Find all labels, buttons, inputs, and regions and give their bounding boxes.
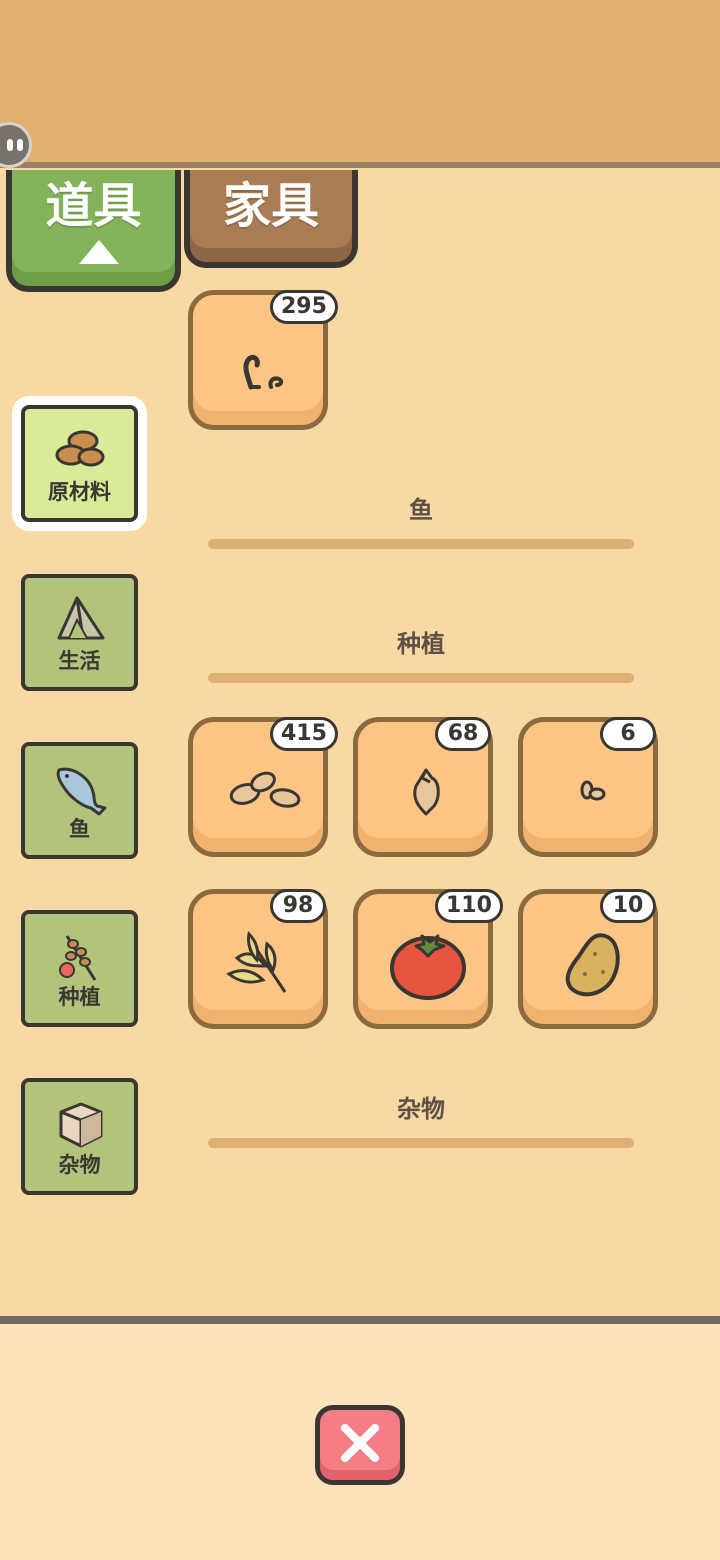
close-button[interactable] <box>315 1405 405 1485</box>
box-icon <box>59 1102 103 1148</box>
tab-furniture-label: 家具 <box>222 178 319 234</box>
wheat-icon <box>226 930 287 993</box>
item-count-badge: 110 <box>435 889 503 923</box>
tab-furniture[interactable]: 家具 <box>184 170 358 268</box>
close-icon <box>341 1424 379 1462</box>
item-count-badge: 10 <box>600 889 656 923</box>
category-raw-materials[interactable]: 原材料 <box>21 405 138 522</box>
category-misc[interactable]: 杂物 <box>21 1078 138 1195</box>
section-title-fish: 鱼 <box>409 496 433 524</box>
item-count-badge: 98 <box>270 889 326 923</box>
section-divider <box>208 1138 634 1148</box>
small-seed-icon <box>580 780 606 801</box>
tent-icon <box>57 596 105 640</box>
category-label: 生活 <box>58 649 101 673</box>
active-triangle-icon <box>79 240 119 264</box>
tomato-icon <box>390 934 466 1000</box>
category-label: 杂物 <box>58 1153 101 1177</box>
section-divider <box>208 539 634 549</box>
category-label: 鱼 <box>69 817 90 841</box>
twig-icon <box>243 354 284 390</box>
top-banner <box>0 0 720 168</box>
section-title-planting: 种植 <box>397 630 445 658</box>
bulb-seed-icon <box>413 768 440 816</box>
tab-items-label: 道具 <box>45 178 142 234</box>
potato-icon <box>565 933 620 997</box>
pause-bar-icon <box>17 139 23 151</box>
plant-icon <box>59 935 97 981</box>
category-daily-life[interactable]: 生活 <box>21 574 138 691</box>
seeds-icon <box>229 771 301 808</box>
category-label: 种植 <box>58 985 101 1009</box>
fish-icon <box>56 767 107 816</box>
section-title-misc: 杂物 <box>397 1095 445 1123</box>
item-count-badge: 295 <box>270 290 338 324</box>
item-count-badge: 6 <box>600 717 656 751</box>
category-planting[interactable]: 种植 <box>21 910 138 1027</box>
category-fish[interactable]: 鱼 <box>21 742 138 859</box>
section-divider <box>208 673 634 683</box>
item-count-badge: 68 <box>435 717 491 751</box>
tab-items[interactable]: 道具 <box>6 170 181 292</box>
category-label: 原材料 <box>48 480 111 504</box>
pause-bar-icon <box>7 139 13 151</box>
nuts-icon <box>55 430 105 467</box>
item-count-badge: 415 <box>270 717 338 751</box>
